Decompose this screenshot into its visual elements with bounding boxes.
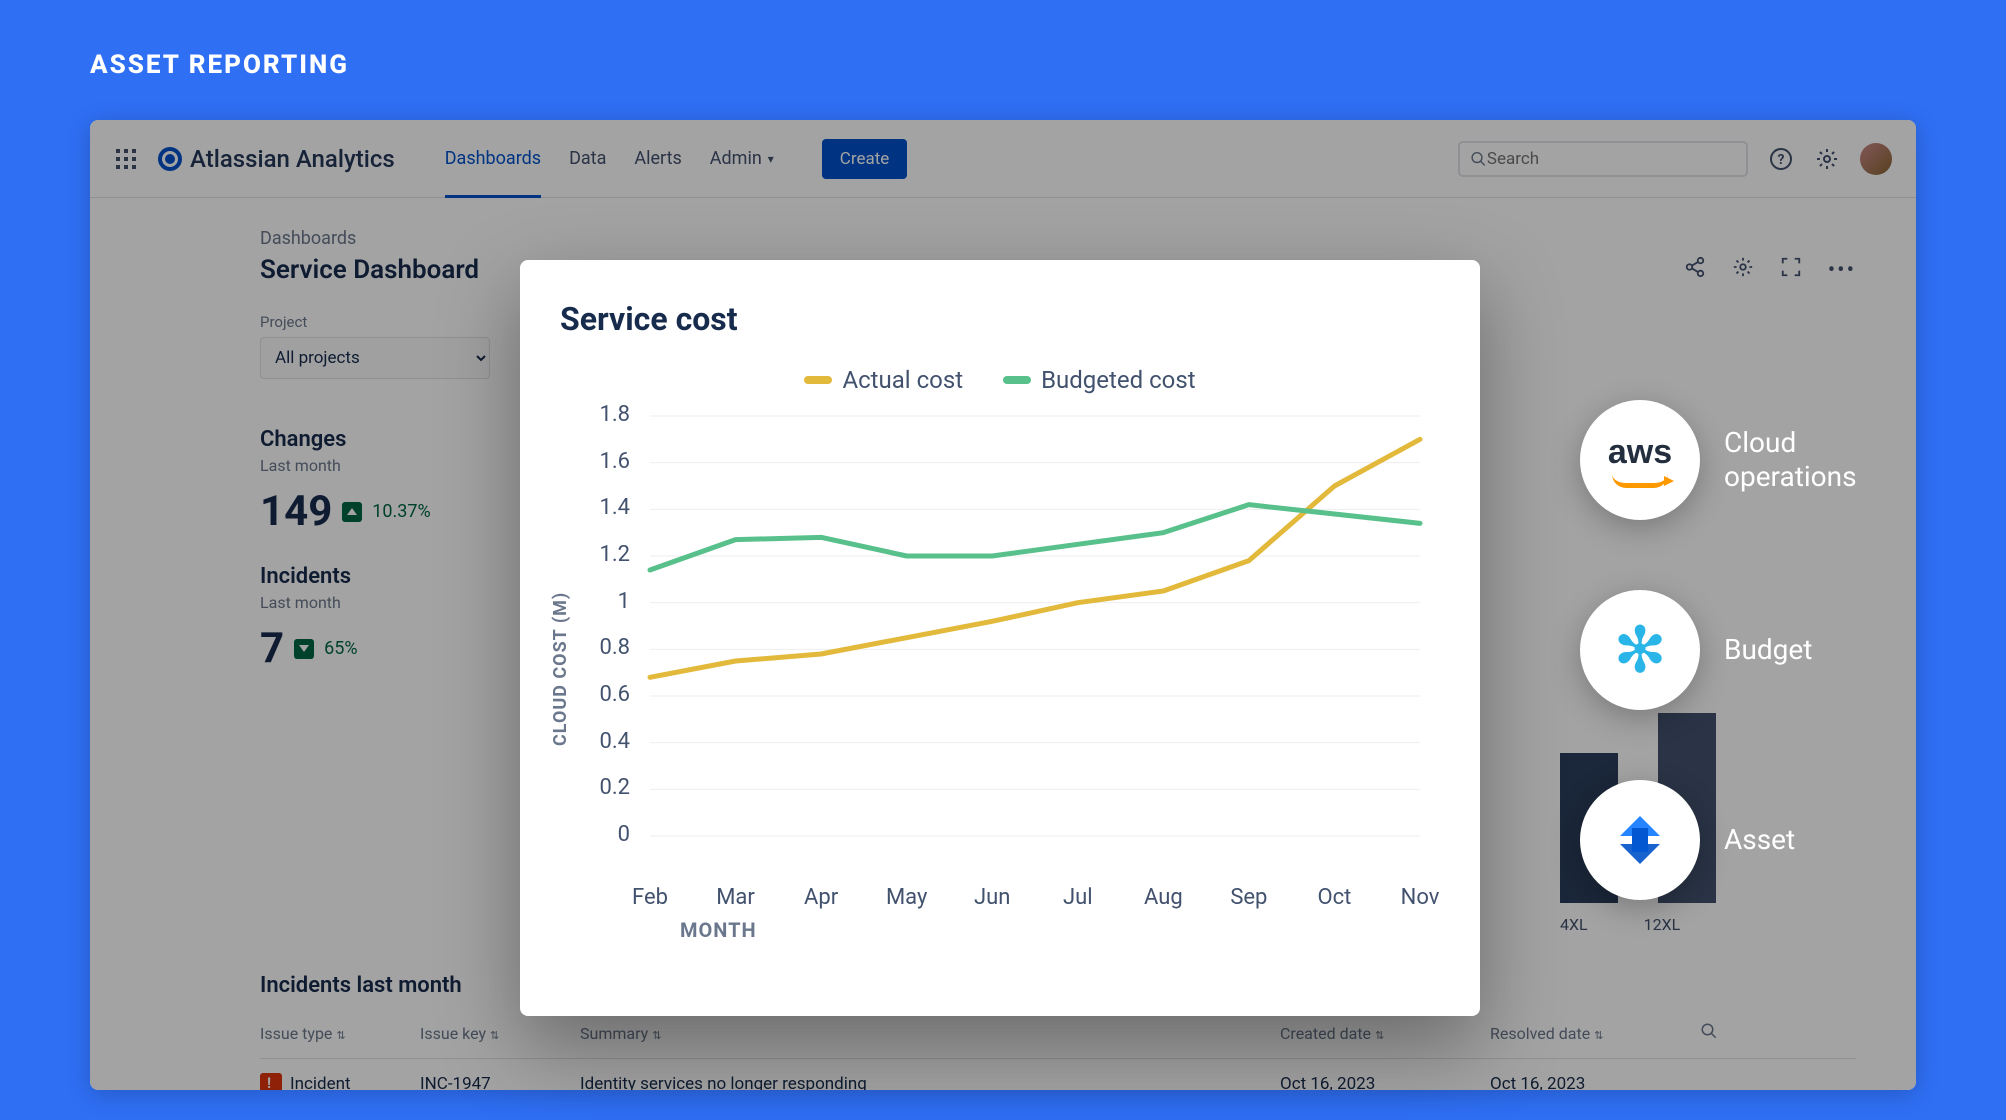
more-icon[interactable]: ••• xyxy=(1828,258,1856,283)
snowflake-logo-icon: ✻ xyxy=(1580,590,1700,710)
bg-bar-label: 12XL xyxy=(1644,915,1681,934)
x-tick-label: Apr xyxy=(786,885,856,910)
y-tick-label: 1.6 xyxy=(590,449,630,474)
chart-area: CLOUD COST (M) MONTH 00.20.40.60.811.21.… xyxy=(560,406,1440,936)
line-chart-svg xyxy=(630,406,1430,876)
primary-nav: Dashboards Data Alerts Admin▾ xyxy=(445,120,774,197)
stat-title: Changes xyxy=(260,427,431,452)
create-button[interactable]: Create xyxy=(822,139,908,179)
legend-swatch-budgeted xyxy=(1003,376,1031,384)
cell-resolved: Oct 16, 2023 xyxy=(1490,1074,1700,1090)
cell-created: Oct 16, 2023 xyxy=(1280,1074,1490,1090)
th-issue-type[interactable]: Issue type ⇅ xyxy=(260,1024,420,1043)
tab-admin[interactable]: Admin▾ xyxy=(710,120,774,197)
product-name: Atlassian Analytics xyxy=(190,145,395,173)
x-tick-label: May xyxy=(872,885,942,910)
atlassian-logo-icon xyxy=(158,147,182,171)
search-box[interactable] xyxy=(1458,141,1748,177)
tab-alerts[interactable]: Alerts xyxy=(634,120,681,197)
service-cost-modal: Service cost Actual cost Budgeted cost C… xyxy=(520,260,1480,1016)
user-avatar[interactable] xyxy=(1860,143,1892,175)
integration-bubbles: aws Cloudoperations ✻ Budget Asset xyxy=(1580,400,1857,900)
aws-logo-icon: aws xyxy=(1580,400,1700,520)
incident-type-icon xyxy=(260,1073,282,1090)
gear-icon[interactable] xyxy=(1732,256,1754,284)
search-input[interactable] xyxy=(1487,149,1736,169)
delta-down-icon xyxy=(294,639,314,659)
help-icon[interactable]: ? xyxy=(1768,146,1794,172)
integration-label: Cloudoperations xyxy=(1724,426,1857,493)
legend-actual: Actual cost xyxy=(804,366,963,394)
y-tick-label: 0 xyxy=(590,822,630,847)
integration-cloud-ops: aws Cloudoperations xyxy=(1580,400,1857,520)
fullscreen-icon[interactable] xyxy=(1780,256,1802,284)
integration-budget: ✻ Budget xyxy=(1580,590,1857,710)
slide-title: ASSET REPORTING xyxy=(90,50,349,80)
share-icon[interactable] xyxy=(1684,256,1706,284)
integration-label: Asset xyxy=(1724,823,1795,857)
x-tick-label: Mar xyxy=(701,885,771,910)
stat-subtitle: Last month xyxy=(260,456,431,475)
x-tick-label: Oct xyxy=(1299,885,1369,910)
chart-x-axis-label: MONTH xyxy=(680,918,757,942)
chart-y-axis-label: CLOUD COST (M) xyxy=(550,592,571,746)
tab-dashboards[interactable]: Dashboards xyxy=(445,120,541,197)
page-actions: ••• xyxy=(1684,256,1856,284)
app-switcher-icon[interactable] xyxy=(114,147,138,171)
stat-value: 7 xyxy=(260,624,284,673)
page-title: Service Dashboard xyxy=(260,255,479,285)
integration-label: Budget xyxy=(1724,633,1812,667)
tab-data[interactable]: Data xyxy=(569,120,606,197)
x-tick-label: Nov xyxy=(1385,885,1455,910)
cell-issue-type: Incident xyxy=(260,1073,420,1090)
y-tick-label: 0.8 xyxy=(590,635,630,660)
x-tick-label: Jun xyxy=(957,885,1027,910)
project-filter-select[interactable]: All projects xyxy=(260,337,490,379)
y-tick-label: 1.4 xyxy=(590,495,630,520)
bg-bar-label: 4XL xyxy=(1560,915,1588,934)
delta-text: 10.37% xyxy=(372,501,430,522)
stat-value: 149 xyxy=(260,487,332,536)
y-tick-label: 0.2 xyxy=(590,775,630,800)
modal-title: Service cost xyxy=(560,300,1440,338)
search-icon xyxy=(1470,150,1487,168)
svg-text:?: ? xyxy=(1778,152,1785,168)
stat-changes: Changes Last month 149 10.37% xyxy=(260,427,431,536)
legend-swatch-actual xyxy=(804,376,832,384)
y-tick-label: 1.2 xyxy=(590,542,630,567)
delta-text: 65% xyxy=(324,638,357,659)
delta-up-icon xyxy=(342,502,362,522)
jira-assets-logo-icon xyxy=(1580,780,1700,900)
x-tick-label: Feb xyxy=(615,885,685,910)
y-tick-label: 1.8 xyxy=(590,402,630,427)
product-brand[interactable]: Atlassian Analytics xyxy=(158,145,395,173)
top-navbar: Atlassian Analytics Dashboards Data Aler… xyxy=(90,120,1916,198)
x-tick-label: Sep xyxy=(1214,885,1284,910)
chevron-down-icon: ▾ xyxy=(768,152,774,166)
y-tick-label: 0.4 xyxy=(590,729,630,754)
cell-issue-key: INC-1947 xyxy=(420,1074,580,1090)
settings-icon[interactable] xyxy=(1814,146,1840,172)
legend-budgeted: Budgeted cost xyxy=(1003,366,1195,394)
breadcrumb[interactable]: Dashboards xyxy=(260,228,1856,249)
cell-summary: Identity services no longer responding xyxy=(580,1074,1280,1090)
y-tick-label: 1 xyxy=(590,589,630,614)
table-search-icon[interactable] xyxy=(1700,1022,1760,1044)
x-tick-label: Jul xyxy=(1043,885,1113,910)
integration-asset: Asset xyxy=(1580,780,1857,900)
x-tick-label: Aug xyxy=(1128,885,1198,910)
chart-legend: Actual cost Budgeted cost xyxy=(560,366,1440,394)
y-tick-label: 0.6 xyxy=(590,682,630,707)
